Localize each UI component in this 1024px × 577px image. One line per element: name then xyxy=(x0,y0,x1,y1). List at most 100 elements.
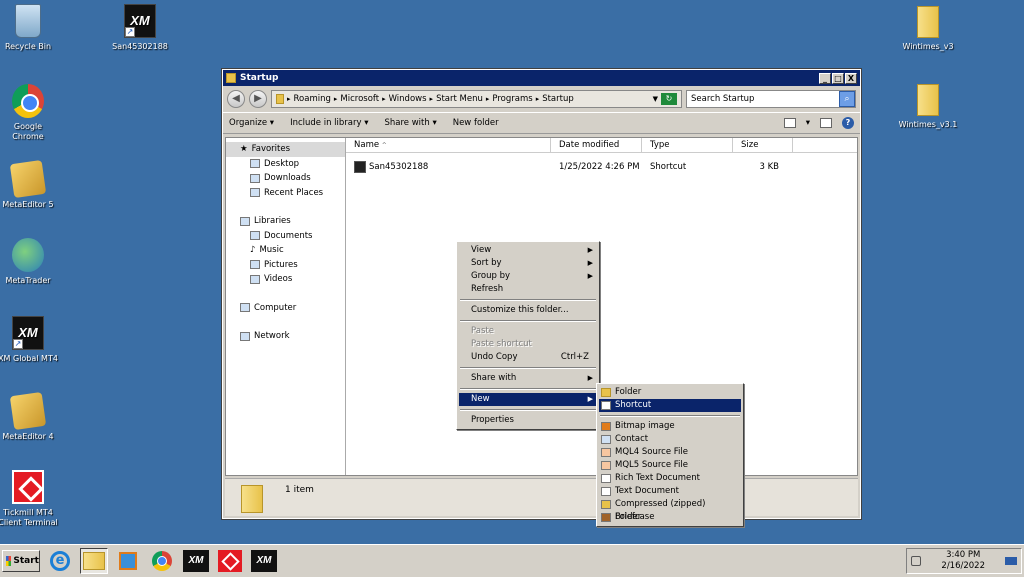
menu-separator xyxy=(460,409,596,411)
menu-item-undo-copy[interactable]: Undo Copy Ctrl+Z xyxy=(459,351,597,364)
taskbar-media-player[interactable] xyxy=(114,548,142,574)
new-text-item[interactable]: Text Document xyxy=(599,485,741,498)
nav-item-desktop[interactable]: Desktop xyxy=(226,157,345,172)
file-size: 3 KB xyxy=(759,162,779,172)
menu-item-view[interactable]: View ▶ xyxy=(459,244,597,257)
breadcrumb-item[interactable]: Start Menu xyxy=(436,94,483,104)
menu-item-sort-by[interactable]: Sort by ▶ xyxy=(459,257,597,270)
column-header-date[interactable]: Date modified xyxy=(551,138,642,152)
maximize-button[interactable]: □ xyxy=(832,72,844,84)
close-button[interactable]: X xyxy=(845,72,857,84)
menu-item-refresh[interactable]: Refresh xyxy=(459,283,597,296)
taskbar-ie[interactable]: e xyxy=(46,548,74,574)
preview-pane-icon[interactable] xyxy=(820,118,832,128)
view-dropdown-icon[interactable]: ▾ xyxy=(806,118,810,128)
new-contact-item[interactable]: Contact xyxy=(599,433,741,446)
nav-item-computer[interactable]: Computer xyxy=(226,301,345,316)
desktop-icon-label: XM Global MT4 xyxy=(0,354,58,363)
desktop-icon-label: MetaEditor 4 xyxy=(2,432,54,441)
taskbar-xm-1[interactable]: XM xyxy=(182,548,210,574)
recent-places-icon xyxy=(250,188,260,198)
forward-button[interactable]: ▶ xyxy=(249,90,267,108)
desktop-icon-label: Wintimes_v3.1 xyxy=(898,120,958,129)
address-dropdown-icon[interactable]: ▼ xyxy=(653,95,658,103)
desktop-icon-wintimes-v3-1[interactable]: Wintimes_v3.1 xyxy=(892,84,964,130)
column-header-name[interactable]: Name ^ xyxy=(346,138,551,152)
breadcrumb-item[interactable]: Microsoft xyxy=(340,94,379,104)
new-folder-item[interactable]: Folder xyxy=(599,386,741,399)
breadcrumb-item[interactable]: Programs xyxy=(492,94,532,104)
column-header-type[interactable]: Type xyxy=(642,138,733,152)
taskbar-chrome[interactable] xyxy=(148,548,176,574)
new-zip-item[interactable]: Compressed (zipped) Folder xyxy=(599,498,741,522)
new-rtf-item[interactable]: Rich Text Document xyxy=(599,472,741,485)
submenu-arrow-icon: ▶ xyxy=(587,374,593,382)
file-date: 1/25/2022 4:26 PM xyxy=(559,162,640,172)
file-name: San45302188 xyxy=(369,162,429,172)
desktop-icon-wintimes-v3[interactable]: Wintimes_v3 xyxy=(892,6,964,52)
xm-icon: XM xyxy=(183,550,209,572)
new-folder-button[interactable]: New folder xyxy=(453,118,499,128)
breadcrumb-item[interactable]: Startup xyxy=(542,94,574,104)
share-with-button[interactable]: Share with ▾ xyxy=(384,118,436,128)
nav-item-pictures[interactable]: Pictures xyxy=(226,258,345,273)
nav-item-libraries[interactable]: Libraries xyxy=(226,214,345,229)
desktop-icon-metaeditor-4[interactable]: MetaEditor 4 xyxy=(0,391,64,442)
clock[interactable]: 3:40 PM 2/16/2022 xyxy=(941,550,985,572)
search-input[interactable]: Search Startup ⌕ xyxy=(686,90,856,108)
speaker-icon[interactable] xyxy=(911,556,922,566)
nav-item-music[interactable]: ♪ Music xyxy=(226,243,345,258)
include-in-library-button[interactable]: Include in library ▾ xyxy=(290,118,368,128)
back-button[interactable]: ◀ xyxy=(227,90,245,108)
refresh-icon[interactable]: ↻ xyxy=(661,93,677,105)
action-center-icon[interactable] xyxy=(1005,557,1017,565)
desktop-icon-metatrader[interactable]: MetaTrader xyxy=(0,238,64,286)
menu-item-customize[interactable]: Customize this folder... xyxy=(459,304,597,317)
xm-icon: XM xyxy=(251,550,277,572)
new-mql5-item[interactable]: MQL5 Source File xyxy=(599,459,741,472)
context-menu: View ▶ Sort by ▶ Group by ▶ Refresh Customi… xyxy=(456,241,600,430)
title-bar[interactable]: Startup _ □ X xyxy=(223,70,860,86)
organize-button[interactable]: Organize ▾ xyxy=(229,118,274,128)
breadcrumb-item[interactable]: Roaming xyxy=(294,94,331,104)
new-mql4-item[interactable]: MQL4 Source File xyxy=(599,446,741,459)
address-bar[interactable]: ▸ Roaming ▸ Microsoft ▸ Windows ▸ Start Men… xyxy=(271,90,682,108)
new-bitmap-item[interactable]: Bitmap image xyxy=(599,420,741,433)
breadcrumb-item[interactable]: Windows xyxy=(389,94,427,104)
nav-item-documents[interactable]: Documents xyxy=(226,229,345,244)
documents-icon xyxy=(250,231,260,241)
menu-item-group-by[interactable]: Group by ▶ xyxy=(459,270,597,283)
search-placeholder: Search Startup xyxy=(691,94,755,104)
taskbar-explorer[interactable] xyxy=(80,548,108,574)
folder-icon xyxy=(276,94,284,104)
file-row[interactable]: San45302188 1/25/2022 4:26 PM Shortcut 3… xyxy=(346,159,857,175)
help-icon[interactable]: ? xyxy=(842,117,854,129)
submenu-arrow-icon: ▶ xyxy=(587,395,593,403)
taskbar-xm-2[interactable]: XM xyxy=(250,548,278,574)
view-options-icon[interactable] xyxy=(783,118,796,128)
desktop-icon-san45302188[interactable]: XM ↗ San45302188 xyxy=(104,4,176,52)
desktop-icon-recycle-bin[interactable]: Recycle Bin xyxy=(0,4,64,52)
minimize-button[interactable]: _ xyxy=(819,72,831,84)
clock-date: 2/16/2022 xyxy=(941,561,985,571)
nav-item-network[interactable]: Network xyxy=(226,329,345,344)
desktop-icon-google-chrome[interactable]: Google Chrome xyxy=(0,84,64,142)
desktop-icon-metaeditor-5[interactable]: MetaEditor 5 xyxy=(0,159,64,210)
menu-item-share-with[interactable]: Share with ▶ xyxy=(459,372,597,385)
new-shortcut-item[interactable]: Shortcut xyxy=(599,399,741,412)
desktop-icon-tickmill-mt4[interactable]: Tickmill MT4 Client Terminal xyxy=(0,470,64,528)
address-row: ◀ ▶ ▸ Roaming ▸ Microsoft ▸ Windows ▸ Start… xyxy=(223,86,860,112)
nav-item-favorites[interactable]: ★ Favorites xyxy=(226,142,345,157)
taskbar-tickmill[interactable] xyxy=(216,548,244,574)
menu-item-properties[interactable]: Properties xyxy=(459,414,597,427)
nav-item-videos[interactable]: Videos xyxy=(226,272,345,287)
start-button[interactable]: Start xyxy=(2,550,40,572)
search-icon[interactable]: ⌕ xyxy=(839,91,855,107)
nav-item-recent-places[interactable]: Recent Places xyxy=(226,186,345,201)
new-briefcase-item[interactable]: Briefcase xyxy=(599,511,741,524)
menu-item-new[interactable]: New ▶ xyxy=(459,393,597,406)
desktop-icon-xm-global-mt4[interactable]: XM ↗ XM Global MT4 xyxy=(0,316,64,364)
nav-item-downloads[interactable]: Downloads xyxy=(226,171,345,186)
internet-explorer-icon: e xyxy=(50,551,70,571)
column-header-size[interactable]: Size xyxy=(733,138,793,152)
